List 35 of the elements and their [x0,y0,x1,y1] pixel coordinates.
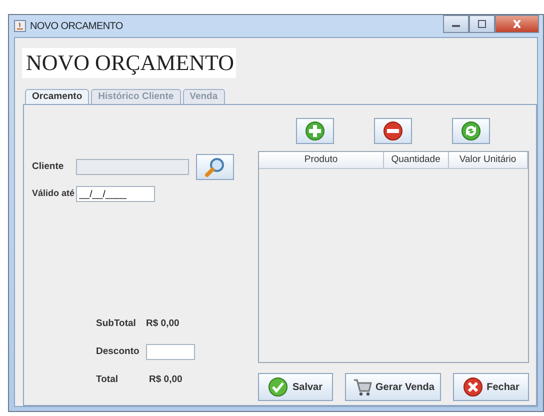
add-icon [305,121,325,141]
close-button[interactable] [495,15,539,33]
app-icon [14,20,26,32]
window-title: NOVO ORCAMENTO [30,20,123,34]
field-label: Cliente [32,160,65,174]
refresh-button[interactable] [452,118,490,144]
total-value: R$ 0,00 [149,372,182,387]
column-header: Valor Unitário [448,152,528,168]
column-header: Quantidade [384,152,449,168]
search-button[interactable] [196,154,234,180]
close-icon [512,20,522,28]
summary-label: SubTotal [96,316,137,331]
refresh-icon [461,121,481,141]
cart-icon [352,377,372,397]
summary-label: Total [96,372,119,387]
tab[interactable]: Orcamento [25,89,90,104]
save-button[interactable]: Salvar [258,373,333,401]
heading-field: NOVO ORÇAMENTO [22,48,236,78]
column-header: Produto [259,152,384,168]
field-label: Válido até [32,187,76,200]
remove-icon [383,121,403,141]
discount-field[interactable] [146,344,195,360]
subtotal-value: R$ 0,00 [146,316,180,331]
generate-sale-button[interactable]: Gerar Venda [345,373,441,401]
close-icon [462,377,483,397]
minimize-button[interactable] [443,15,469,33]
search-icon [204,156,226,178]
check-icon [268,377,288,397]
add-button[interactable] [296,118,334,144]
close-form-button[interactable]: Fechar [453,373,529,401]
remove-button[interactable] [374,118,412,144]
summary-label: Desconto [96,344,140,359]
date-field[interactable]: __/__/____ [76,186,155,202]
maximize-icon [477,20,487,28]
maximize-button[interactable] [469,15,495,33]
